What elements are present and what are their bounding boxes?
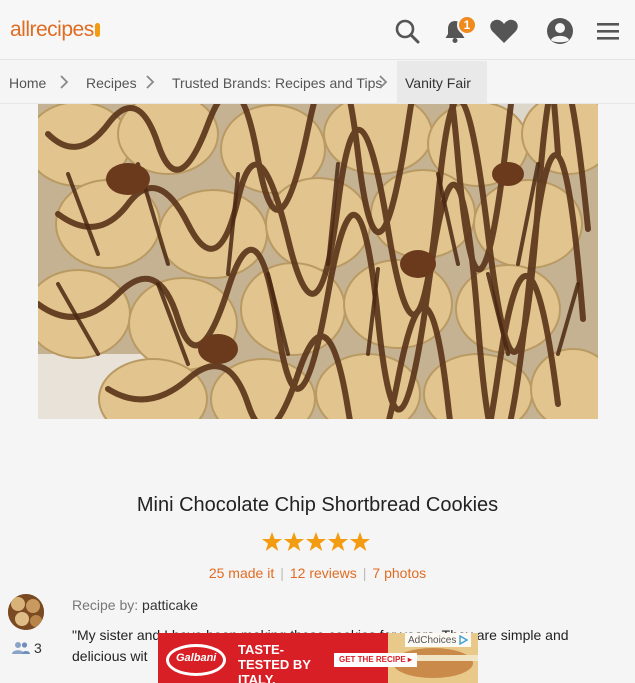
star-icon [262,532,282,551]
chevron-right-icon [379,75,388,89]
breadcrumb-recipes[interactable]: Recipes [86,75,137,91]
star-icon [284,532,304,551]
author-avatar[interactable] [8,594,44,630]
breadcrumb: Home Recipes Trusted Brands: Recipes and… [0,61,635,104]
star-icon [350,532,370,551]
made-it-count-link[interactable]: 25 made it [209,565,274,581]
user-profile-icon[interactable] [545,16,575,46]
recipe-photo[interactable] [38,104,598,419]
followers-icon [12,642,30,654]
adchoices-label: AdChoices [408,634,457,646]
chevron-right-icon [60,75,69,89]
star-icon [306,532,326,551]
chevron-right-icon [146,75,155,89]
author-name-link[interactable]: patticake [142,597,198,613]
breadcrumb-vanity-fair[interactable]: Vanity Fair [405,75,471,91]
ad-cta-button[interactable]: GET THE RECIPE ▸ [334,653,417,667]
followers-count: 3 [34,640,42,656]
photos-count-link[interactable]: 7 photos [372,565,426,581]
top-navigation-bar: allrecipes 1 [0,0,635,60]
recipe-stats: 25 made it | 12 reviews | 7 photos [208,565,427,581]
hamburger-menu-icon[interactable] [593,16,623,46]
allrecipes-logo[interactable]: allrecipes [10,18,100,42]
byline-label: Recipe by: [72,597,139,613]
rating-stars[interactable] [261,531,371,553]
recipe-title: Mini Chocolate Chip Shortbread Cookies [136,494,499,516]
reviews-count-link[interactable]: 12 reviews [290,565,357,581]
adchoices-icon [459,635,469,645]
favorites-heart-icon[interactable] [489,16,519,46]
search-icon[interactable] [392,16,422,46]
author-followers[interactable]: 3 [12,640,42,656]
adchoices-badge[interactable]: AdChoices [405,633,472,647]
breadcrumb-home[interactable]: Home [9,75,46,91]
notification-count-badge[interactable]: 1 [457,15,477,35]
ad-brand-logo: Galbani [176,652,217,664]
breadcrumb-trusted-brands[interactable]: Trusted Brands: Recipes and Tips [172,75,382,91]
ad-headline: TASTE-TESTED BY ITALY. [238,642,311,683]
recipe-byline: Recipe by: patticake [72,597,198,613]
star-icon [328,532,348,551]
